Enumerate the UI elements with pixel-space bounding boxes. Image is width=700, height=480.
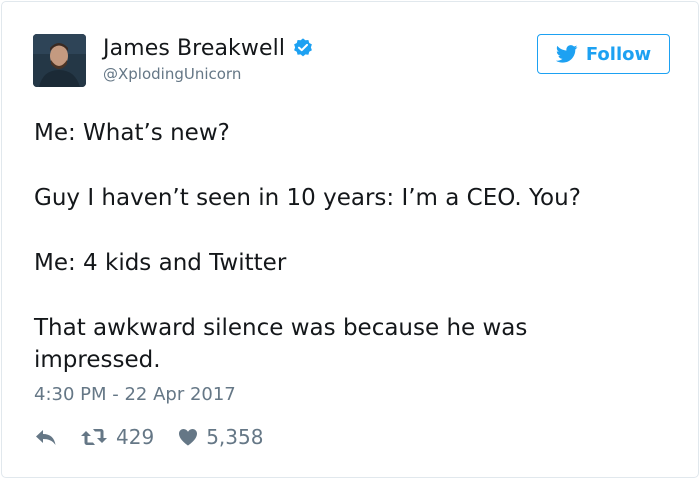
- tweet-paragraph: Me: 4 kids and Twitter: [34, 250, 287, 276]
- follow-button[interactable]: Follow: [537, 34, 670, 74]
- twitter-bird-icon: [555, 45, 578, 63]
- tweet-text: Me: What’s new? Guy I haven’t seen in 10…: [34, 117, 654, 376]
- tweet-paragraph: Guy I haven’t seen in 10 years: I’m a CE…: [34, 185, 581, 211]
- reply-icon: [34, 427, 58, 447]
- user-handle[interactable]: @XplodingUnicorn: [103, 65, 314, 83]
- retweet-icon: [80, 427, 108, 447]
- avatar[interactable]: [33, 34, 86, 87]
- like-button[interactable]: 5,358: [178, 425, 263, 449]
- tweet-paragraph: Me: What’s new?: [34, 120, 230, 146]
- avatar-image: [33, 34, 86, 87]
- reply-button[interactable]: [34, 427, 58, 447]
- tweet-paragraph: That awkward silence was because he was …: [34, 315, 528, 373]
- heart-icon: [178, 428, 198, 446]
- tweet-actions: 429 5,358: [34, 425, 263, 449]
- name-row: James Breakwell: [103, 32, 314, 64]
- verified-badge-icon: [292, 37, 314, 59]
- user-info: James Breakwell @XplodingUnicorn: [103, 32, 314, 83]
- tweet-card: James Breakwell @XplodingUnicorn Follow …: [1, 1, 699, 478]
- retweet-count: 429: [116, 425, 155, 449]
- follow-button-label: Follow: [585, 43, 652, 65]
- display-name[interactable]: James Breakwell: [103, 36, 285, 61]
- tweet-timestamp[interactable]: 4:30 PM - 22 Apr 2017: [34, 384, 236, 405]
- like-count: 5,358: [206, 425, 264, 449]
- retweet-button[interactable]: 429: [80, 425, 154, 449]
